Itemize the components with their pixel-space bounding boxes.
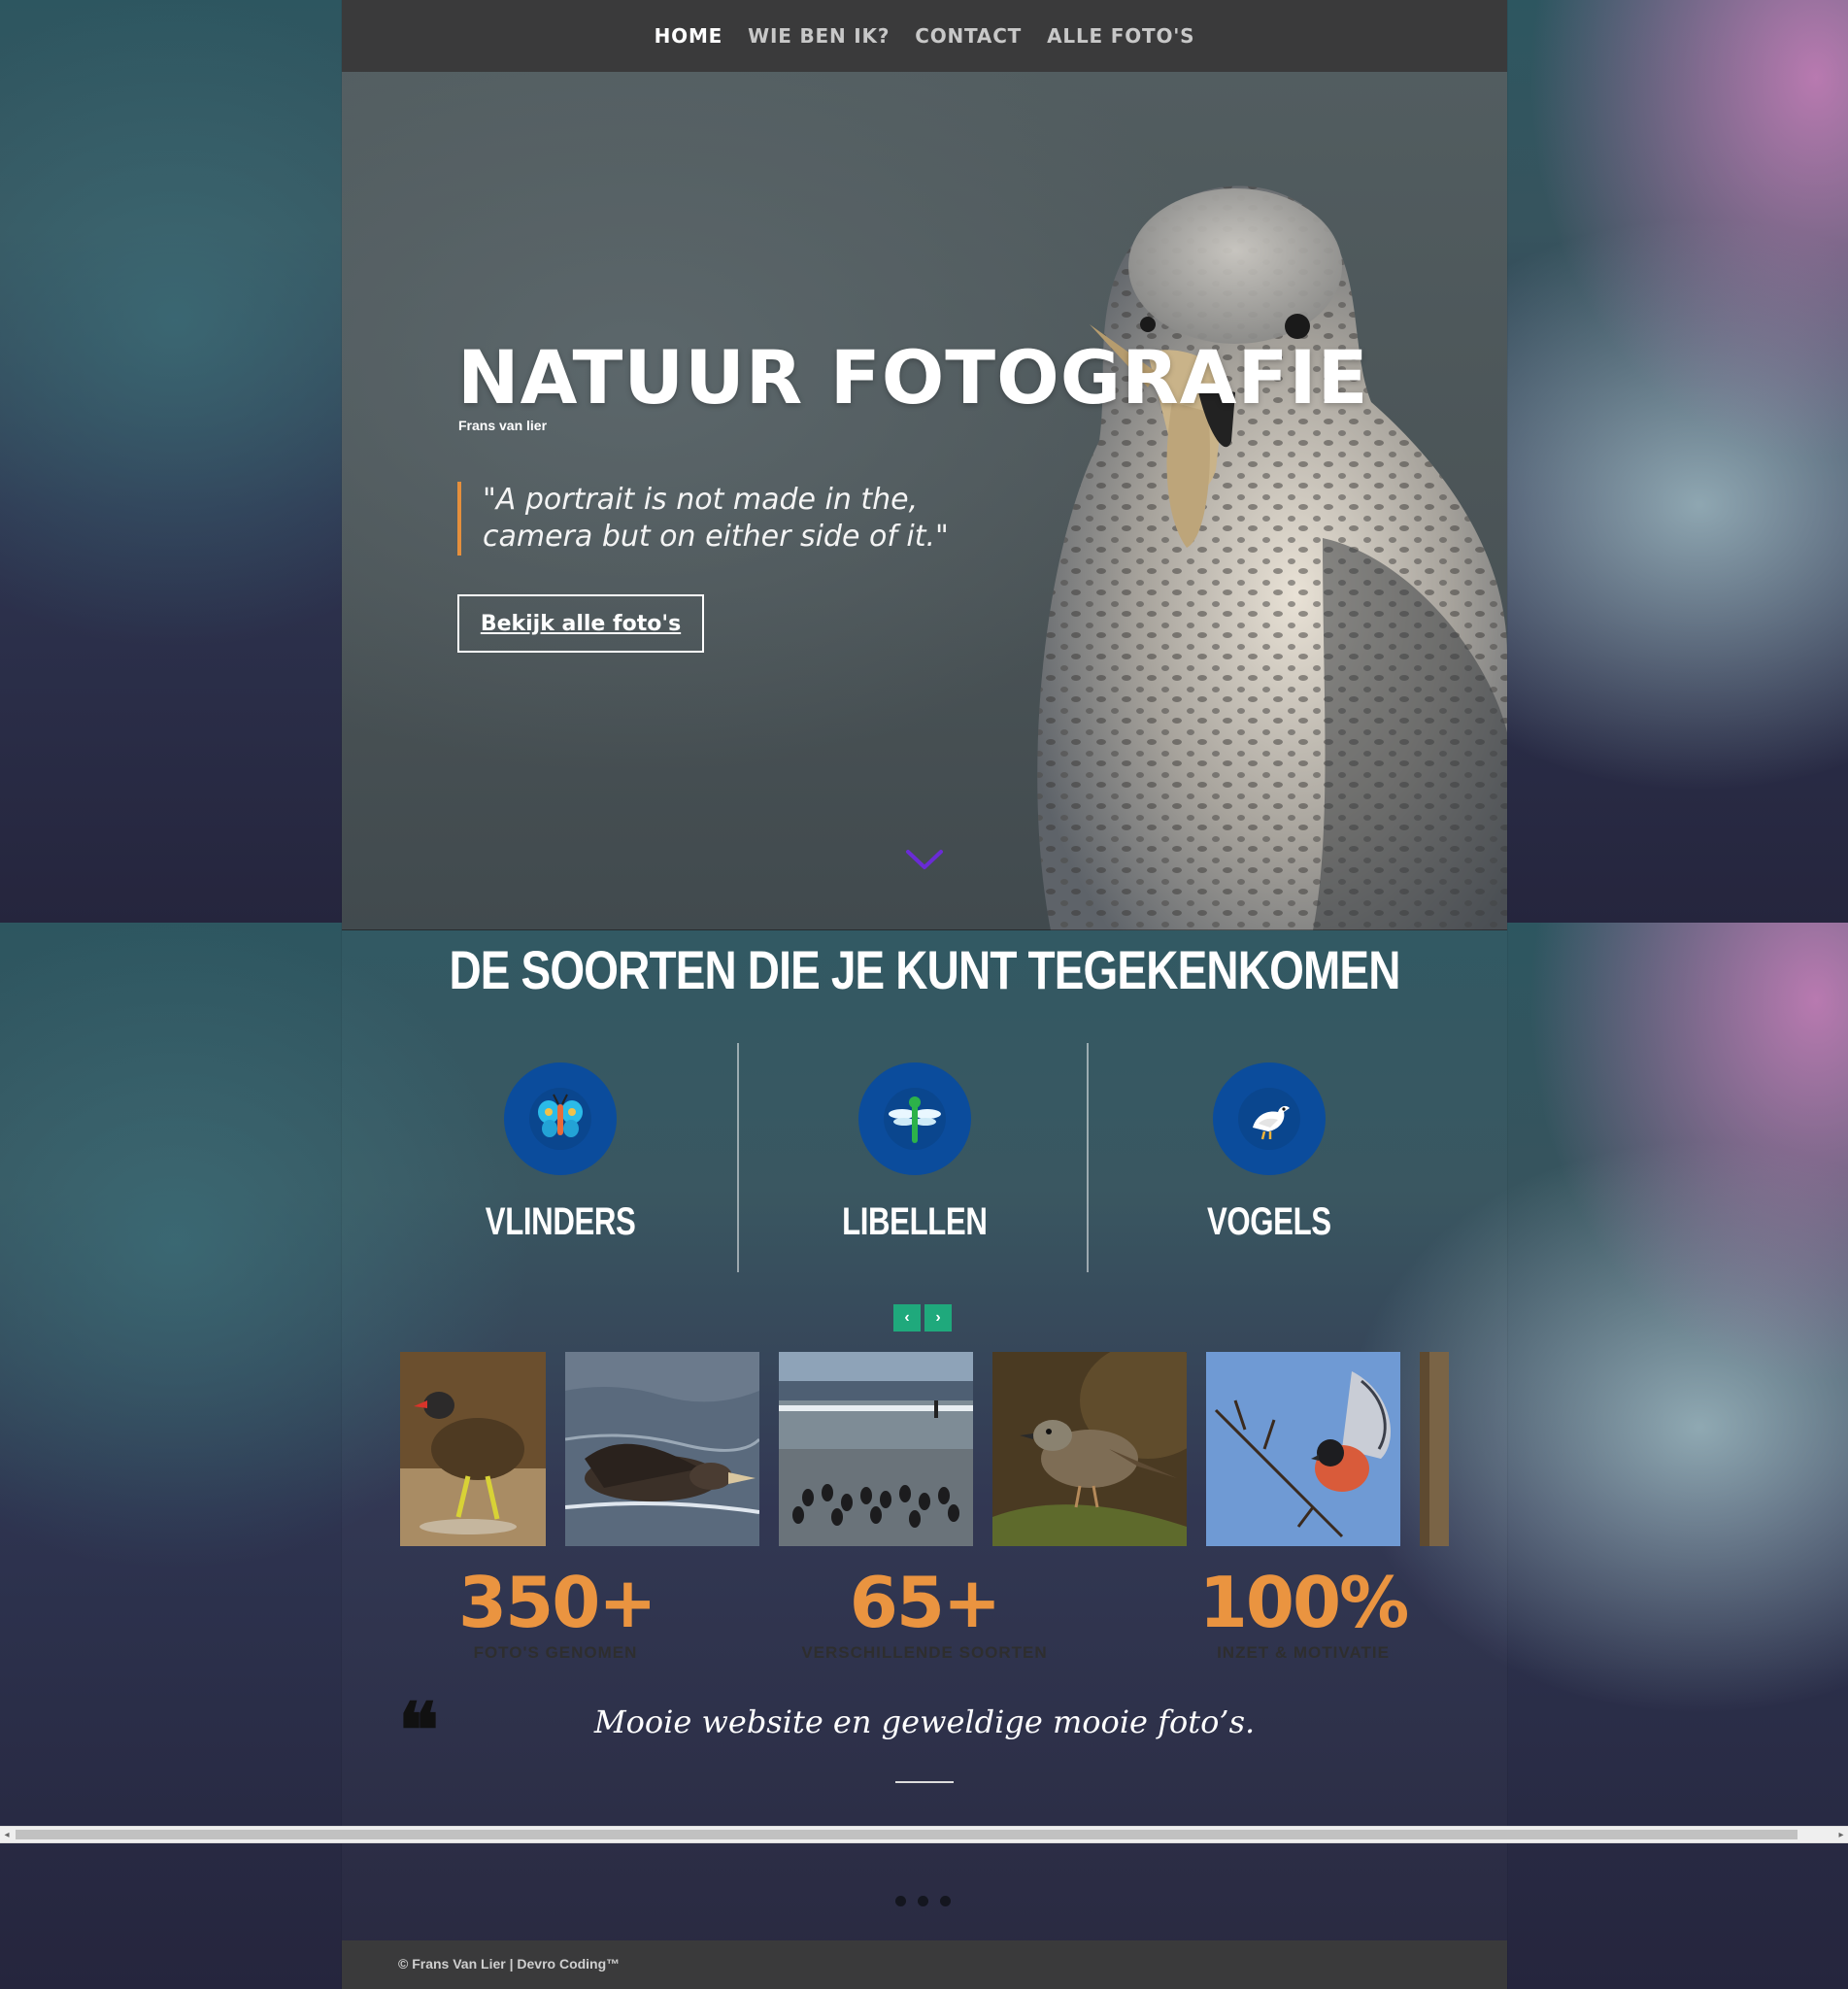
stat-species: 65+ VERSCHILLENDE SOORTEN	[769, 1562, 1080, 1663]
category-divider	[1087, 1043, 1089, 1272]
category-vlinders[interactable]: VLINDERS	[386, 1043, 735, 1272]
nav-home[interactable]: HOME	[655, 24, 723, 48]
stat-caption: FOTO'S GENOMEN	[473, 1643, 638, 1662]
dragonfly-icon	[858, 1062, 971, 1175]
stat-number: 65+	[849, 1562, 1002, 1643]
carousel-arrows: ‹ ›	[893, 1304, 952, 1332]
scroll-right-icon[interactable]: ▸	[1834, 1827, 1848, 1842]
butterfly-icon	[504, 1062, 617, 1175]
testimonial-text: Mooie website en geweldige mooie foto’s.	[593, 1703, 1256, 1740]
hero-subtitle: Frans van lier	[458, 418, 548, 433]
moorhen-photo[interactable]	[400, 1352, 546, 1546]
stat-photos: 350+ FOTO'S GENOMEN	[458, 1562, 657, 1663]
dunnock-photo[interactable]	[992, 1352, 1187, 1546]
nav-wie-ben-ik[interactable]: WIE BEN IK?	[748, 24, 890, 48]
partial-photo[interactable]	[1420, 1352, 1449, 1546]
stat-number: 100%	[1198, 1562, 1409, 1643]
scroll-down-chevron-icon[interactable]	[905, 849, 944, 872]
view-all-photos-button[interactable]: Bekijk alle foto's	[457, 594, 704, 653]
category-label-vlinders: VLINDERS	[485, 1200, 636, 1243]
stat-caption: VERSCHILLENDE SOORTEN	[801, 1643, 1048, 1662]
main-nav: HOME WIE BEN IK? CONTACT ALLE FOTO'S	[342, 0, 1507, 72]
carousel-next-button[interactable]: ›	[924, 1304, 952, 1332]
horizontal-scrollbar[interactable]: ◂ ▸	[0, 1826, 1848, 1843]
nav-alle-fotos[interactable]: ALLE FOTO'S	[1047, 24, 1194, 48]
slider-dot[interactable]	[940, 1896, 951, 1906]
footer: © Frans Van Lier | Devro Coding™	[342, 1940, 1507, 1989]
footer-copyright: © Frans Van Lier | Devro Coding™	[398, 1956, 621, 1972]
carousel-prev-button[interactable]: ‹	[893, 1304, 921, 1332]
testimonial-divider	[895, 1781, 954, 1783]
slider-dot[interactable]	[918, 1896, 928, 1906]
stat-motivation: 100% INZET & MOTIVATIE	[1177, 1562, 1429, 1663]
scroll-left-icon[interactable]: ◂	[0, 1827, 14, 1842]
species-categories: VLINDERS LIBELLEN VOGELS	[342, 1043, 1507, 1272]
category-label-vogels: VOGELS	[1207, 1200, 1331, 1243]
bullfinch-photo[interactable]	[1206, 1352, 1400, 1546]
hero-divider	[342, 929, 1507, 930]
photo-carousel	[400, 1352, 1449, 1546]
testimonial-dots	[895, 1896, 951, 1906]
category-label-libellen: LIBELLEN	[842, 1200, 988, 1243]
species-section-title: DE SOORTEN DIE JE KUNT TEGEKENKOMEN	[449, 939, 1400, 1000]
seagull-hero-image	[1037, 185, 1507, 930]
hero-section: NATUUR FOTOGRAFIE Frans van lier "A port…	[342, 72, 1507, 930]
hero-title: NATUUR FOTOGRAFIE	[457, 334, 1369, 421]
bird-icon	[1213, 1062, 1326, 1175]
stat-caption: INZET & MOTIVATIE	[1217, 1643, 1390, 1662]
slider-dot[interactable]	[895, 1896, 906, 1906]
hero-quote: "A portrait is not made in the, camera b…	[457, 482, 949, 556]
stats-section: 350+ FOTO'S GENOMEN 65+ VERSCHILLENDE SO…	[342, 1562, 1507, 1678]
category-vogels[interactable]: VOGELS	[1094, 1043, 1444, 1272]
nav-contact[interactable]: CONTACT	[915, 24, 1022, 48]
category-divider	[737, 1043, 739, 1272]
giant-petrel-photo[interactable]	[565, 1352, 759, 1546]
cormorants-beach-photo[interactable]	[779, 1352, 973, 1546]
stat-number: 350+	[458, 1562, 657, 1643]
testimonial: ❝ Mooie website en geweldige mooie foto’…	[342, 1694, 1507, 1795]
scrollbar-thumb[interactable]	[16, 1830, 1798, 1839]
category-libellen[interactable]: LIBELLEN	[740, 1043, 1090, 1272]
